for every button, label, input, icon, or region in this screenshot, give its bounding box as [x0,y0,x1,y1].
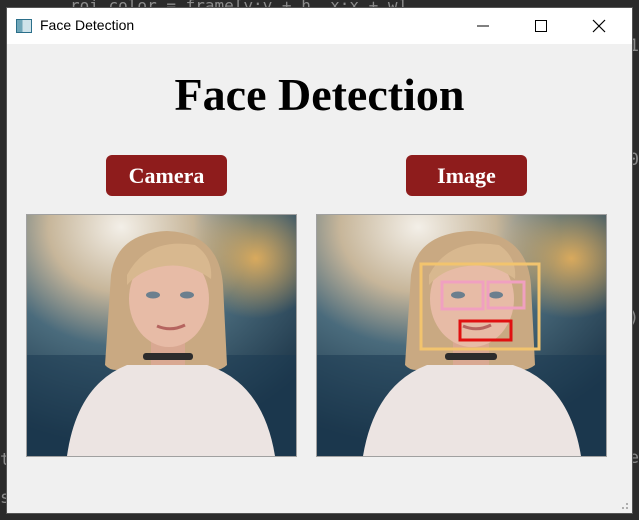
close-icon [592,19,606,33]
close-button[interactable] [570,8,628,44]
app-icon [16,19,32,33]
portrait-illustration-detected [317,215,606,456]
portrait-illustration [27,215,296,456]
original-image [26,214,297,457]
detected-image [316,214,607,457]
maximize-icon [535,20,547,32]
app-window: Face Detection Face Detection Camera Ima… [7,8,632,513]
window-title: Face Detection [40,17,135,33]
maximize-button[interactable] [512,8,570,44]
camera-button[interactable]: Camera [106,155,227,196]
resize-grip-icon[interactable] [619,500,629,510]
page-title: Face Detection [174,69,465,120]
title-bar[interactable]: Face Detection [7,8,632,44]
minimize-icon [477,25,489,27]
minimize-button[interactable] [454,8,512,44]
image-button[interactable]: Image [406,155,527,196]
